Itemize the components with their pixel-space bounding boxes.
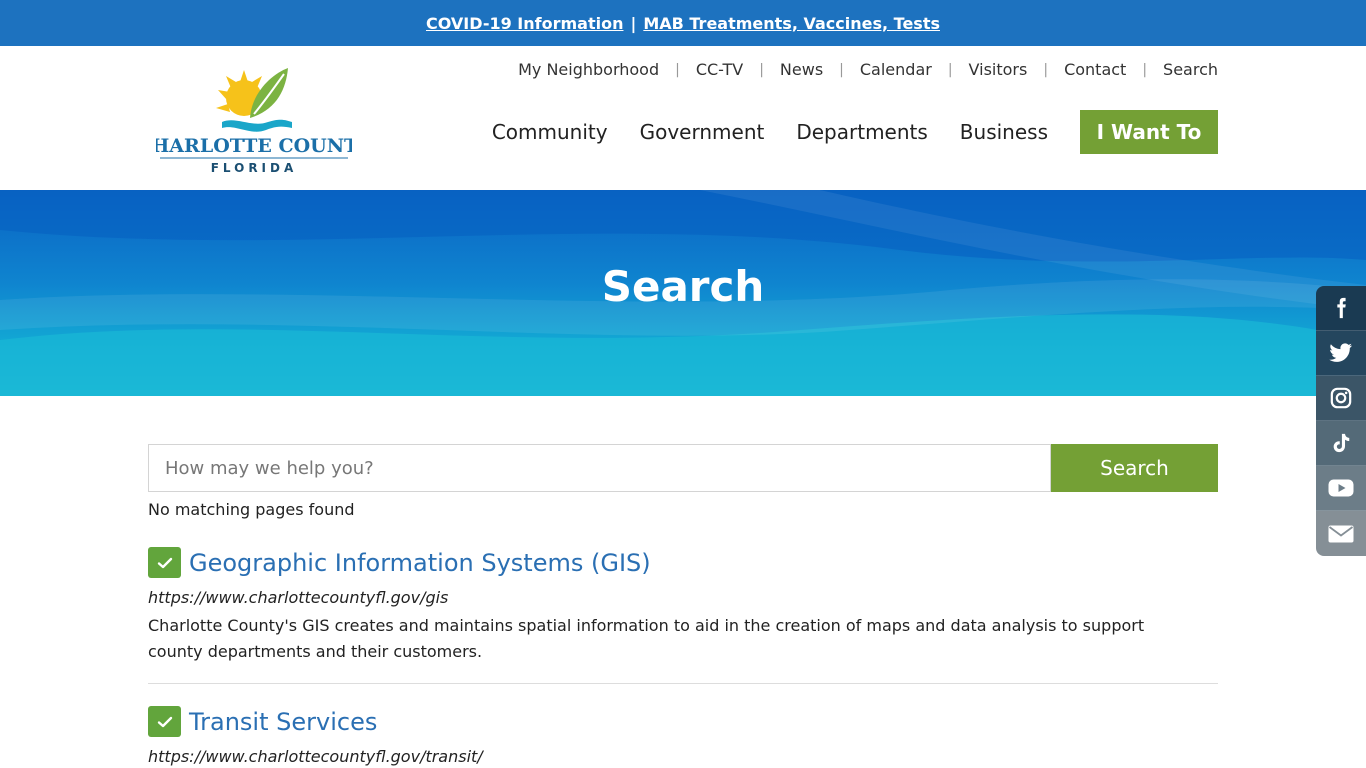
result-badge <box>148 547 181 578</box>
youtube-icon <box>1328 479 1354 497</box>
logo-text-main: CHARLOTTE COUNTY <box>156 135 352 157</box>
util-nav-my-neighborhood[interactable]: My Neighborhood <box>518 60 659 79</box>
nav-divider: | <box>1043 61 1049 78</box>
result-url: https://www.charlottecountyfl.gov/transi… <box>148 747 483 766</box>
search-result: Geographic Information Systems (GIS) htt… <box>148 519 1218 684</box>
tiktok-icon <box>1333 433 1350 453</box>
instagram-icon <box>1330 387 1352 409</box>
facebook-icon <box>1337 297 1346 319</box>
util-nav-contact[interactable]: Contact <box>1064 60 1126 79</box>
hero-banner: Search <box>0 190 1366 396</box>
i-want-to-button[interactable]: I Want To <box>1080 110 1218 154</box>
search-form: Search <box>148 444 1218 492</box>
checkmark-icon <box>157 557 172 568</box>
result-title-link[interactable]: Transit Services <box>189 708 377 736</box>
wave-icon <box>222 119 292 132</box>
tiktok-link[interactable] <box>1316 421 1366 466</box>
main-nav-government[interactable]: Government <box>640 120 765 144</box>
main-nav-business[interactable]: Business <box>960 120 1048 144</box>
util-nav-news[interactable]: News <box>780 60 823 79</box>
youtube-link[interactable] <box>1316 466 1366 511</box>
search-content: Search No matching pages found Geographi… <box>148 444 1218 766</box>
search-status: No matching pages found <box>148 500 355 519</box>
email-icon <box>1328 525 1354 542</box>
alert-separator: | <box>630 13 637 33</box>
util-nav-cctv[interactable]: CC-TV <box>696 60 743 79</box>
util-nav-calendar[interactable]: Calendar <box>860 60 932 79</box>
covid-info-link[interactable]: COVID-19 Information <box>426 14 623 33</box>
search-button[interactable]: Search <box>1051 444 1218 492</box>
page-title: Search <box>601 262 765 311</box>
main-nav-departments[interactable]: Departments <box>796 120 927 144</box>
result-header: Geographic Information Systems (GIS) <box>148 547 1218 578</box>
result-url: https://www.charlottecountyfl.gov/gis <box>148 588 449 607</box>
result-header: Transit Services <box>148 706 1218 737</box>
alert-bar: COVID-19 Information | MAB Treatments, V… <box>0 0 1366 46</box>
charlotte-county-logo[interactable]: CHARLOTTE COUNTY FLORIDA <box>156 64 352 174</box>
nav-divider: | <box>759 61 764 78</box>
facebook-link[interactable] <box>1316 286 1366 331</box>
main-nav: Community Government Departments Busines… <box>492 110 1218 154</box>
logo-text-sub: FLORIDA <box>211 161 298 174</box>
search-result: Transit Services https://www.charlotteco… <box>148 684 1218 766</box>
util-nav-search[interactable]: Search <box>1163 60 1218 79</box>
site-header: CHARLOTTE COUNTY FLORIDA My Neighborhood… <box>0 46 1366 190</box>
twitter-link[interactable] <box>1316 331 1366 376</box>
nav-divider: | <box>839 61 844 78</box>
utility-nav: My Neighborhood | CC-TV | News | Calenda… <box>518 60 1218 79</box>
nav-divider: | <box>675 61 680 78</box>
checkmark-icon <box>157 716 172 727</box>
result-description: Charlotte County's GIS creates and maint… <box>148 616 1145 661</box>
social-sidebar <box>1316 286 1366 556</box>
util-nav-visitors[interactable]: Visitors <box>969 60 1028 79</box>
result-title-link[interactable]: Geographic Information Systems (GIS) <box>189 549 651 577</box>
twitter-icon <box>1329 343 1352 362</box>
result-badge <box>148 706 181 737</box>
mab-treatments-link[interactable]: MAB Treatments, Vaccines, Tests <box>643 14 940 33</box>
instagram-link[interactable] <box>1316 376 1366 421</box>
email-link[interactable] <box>1316 511 1366 556</box>
nav-divider: | <box>947 61 953 78</box>
search-input[interactable] <box>148 444 1051 492</box>
main-nav-community[interactable]: Community <box>492 120 608 144</box>
nav-divider: | <box>1142 61 1148 78</box>
